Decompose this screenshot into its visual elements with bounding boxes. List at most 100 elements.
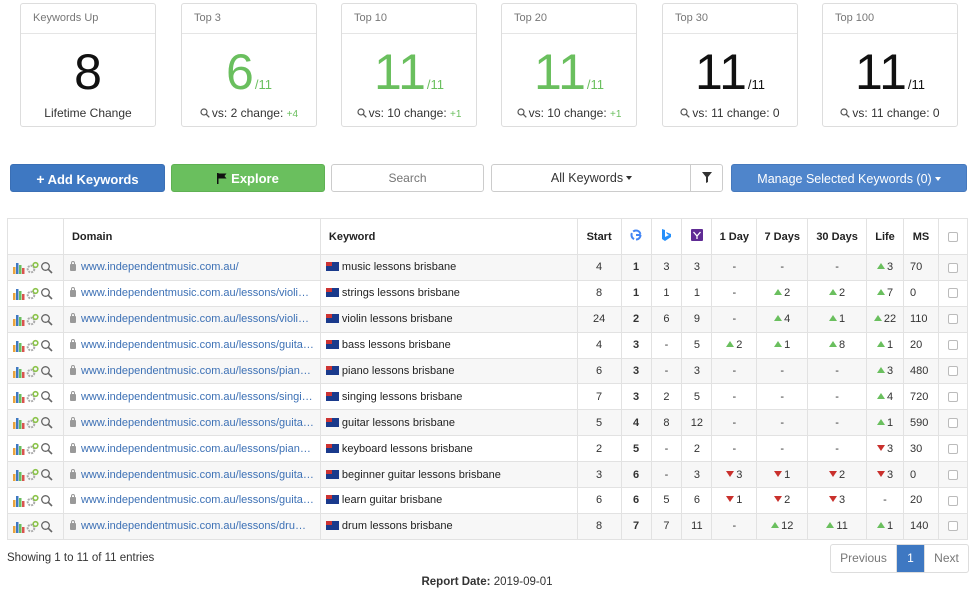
- gear-icon[interactable]: [26, 313, 39, 326]
- previous-page-button[interactable]: Previous: [831, 545, 897, 572]
- gear-icon[interactable]: [26, 287, 39, 300]
- 1-day-column-header[interactable]: 1 Day: [711, 218, 758, 255]
- chart-icon[interactable]: [12, 416, 25, 430]
- search-icon[interactable]: [40, 313, 53, 326]
- search-icon[interactable]: [40, 339, 53, 352]
- domain-link[interactable]: www.independentmusic.com.au/lessons/guit…: [81, 417, 314, 429]
- search-icon[interactable]: [40, 494, 53, 507]
- domain-cell[interactable]: www.independentmusic.com.au/lessons/guit…: [62, 409, 321, 437]
- manage-selected-keywords-button[interactable]: Manage Selected Keywords (0): [731, 164, 967, 192]
- chart-icon[interactable]: [12, 261, 25, 274]
- gear-icon[interactable]: [26, 442, 39, 455]
- table-row[interactable]: www.independentmusic.com.au/lessons/guit…: [7, 331, 969, 359]
- add-keywords-button[interactable]: + Add Keywords: [10, 164, 165, 192]
- gear-icon[interactable]: [26, 520, 39, 533]
- row-tools: [7, 305, 64, 333]
- next-page-button[interactable]: Next: [924, 545, 968, 572]
- table-row[interactable]: www.independentmusic.com.au/lessons/viol…: [7, 305, 969, 333]
- row-checkbox[interactable]: [947, 469, 958, 480]
- domain-link[interactable]: www.independentmusic.com.au/lessons/guit…: [81, 339, 314, 351]
- domain-link[interactable]: www.independentmusic.com.au/lessons/viol…: [81, 287, 309, 299]
- chart-icon[interactable]: [12, 339, 25, 352]
- domain-cell[interactable]: www.independentmusic.com.au/lessons/pian…: [62, 357, 321, 385]
- chart-icon[interactable]: [12, 494, 25, 507]
- domain-link[interactable]: www.independentmusic.com.au/lessons/pian…: [81, 443, 311, 455]
- gear-icon[interactable]: [26, 494, 39, 507]
- keyword-filter-select[interactable]: All Keywords: [491, 164, 723, 192]
- domain-cell[interactable]: www.independentmusic.com.au/lessons/sing…: [62, 383, 321, 411]
- ms-column-header[interactable]: MS: [902, 218, 939, 255]
- search-icon[interactable]: [40, 520, 53, 533]
- table-row[interactable]: www.independentmusic.com.au/music lesson…: [7, 254, 969, 281]
- chart-icon[interactable]: [12, 287, 25, 300]
- table-row[interactable]: www.independentmusic.com.au/lessons/dru……: [7, 512, 969, 540]
- domain-link[interactable]: www.independentmusic.com.au/lessons/dru…: [81, 520, 306, 532]
- row-checkbox[interactable]: [947, 495, 958, 506]
- domain-link[interactable]: www.independentmusic.com.au/lessons/pian…: [81, 365, 311, 377]
- google-column-header[interactable]: [620, 218, 652, 255]
- domain-cell[interactable]: www.independentmusic.com.au/lessons/viol…: [62, 305, 321, 333]
- keyword-column-header[interactable]: Keyword: [319, 218, 578, 255]
- gear-icon[interactable]: [26, 390, 39, 403]
- select-all-checkbox-header[interactable]: [937, 218, 969, 255]
- row-checkbox[interactable]: [947, 417, 958, 428]
- page-1-button[interactable]: 1: [897, 545, 924, 572]
- bing-column-header[interactable]: [650, 218, 683, 255]
- chart-icon[interactable]: [12, 365, 25, 378]
- row-checkbox[interactable]: [947, 391, 958, 402]
- search-icon[interactable]: [40, 261, 53, 274]
- table-row[interactable]: www.independentmusic.com.au/lessons/pian…: [7, 357, 969, 385]
- search-icon[interactable]: [40, 390, 53, 403]
- life-column-header[interactable]: Life: [866, 218, 904, 255]
- filter-button[interactable]: [690, 165, 722, 191]
- row-checkbox[interactable]: [947, 262, 958, 273]
- start-column-header[interactable]: Start: [576, 218, 622, 255]
- gear-icon[interactable]: [26, 339, 39, 352]
- table-row[interactable]: www.independentmusic.com.au/lessons/viol…: [7, 279, 969, 307]
- search-icon[interactable]: [40, 365, 53, 378]
- yahoo-column-header[interactable]: [681, 218, 713, 255]
- row-checkbox[interactable]: [947, 521, 958, 532]
- domain-cell[interactable]: www.independentmusic.com.au/lessons/guit…: [62, 331, 321, 359]
- domain-link[interactable]: www.independentmusic.com.au/: [81, 261, 239, 273]
- domain-cell[interactable]: www.independentmusic.com.au/lessons/guit…: [62, 487, 321, 514]
- gear-icon[interactable]: [26, 365, 39, 378]
- chart-icon[interactable]: [12, 313, 25, 326]
- select-all-checkbox[interactable]: [947, 231, 958, 242]
- domain-link[interactable]: www.independentmusic.com.au/lessons/sing…: [81, 391, 313, 403]
- explore-button[interactable]: Explore: [171, 164, 325, 192]
- chart-icon[interactable]: [12, 468, 25, 482]
- row-checkbox[interactable]: [947, 288, 958, 299]
- 7-days-column-header[interactable]: 7 Days: [756, 218, 809, 255]
- gear-icon[interactable]: [26, 416, 39, 429]
- domain-column-header[interactable]: Domain: [62, 218, 321, 255]
- domain-cell[interactable]: www.independentmusic.com.au/lessons/viol…: [62, 279, 321, 307]
- row-checkbox[interactable]: [947, 314, 958, 325]
- domain-cell[interactable]: www.independentmusic.com.au/lessons/pian…: [62, 435, 321, 463]
- chart-icon[interactable]: [12, 520, 25, 533]
- table-row[interactable]: www.independentmusic.com.au/lessons/sing…: [7, 383, 969, 411]
- table-row[interactable]: www.independentmusic.com.au/lessons/pian…: [7, 435, 969, 463]
- 30-days-column-header[interactable]: 30 Days: [807, 218, 868, 255]
- search-icon[interactable]: [40, 416, 53, 429]
- domain-cell[interactable]: www.independentmusic.com.au/: [62, 254, 321, 281]
- domain-link[interactable]: www.independentmusic.com.au/lessons/guit…: [81, 494, 314, 506]
- table-row[interactable]: www.independentmusic.com.au/lessons/guit…: [7, 487, 969, 514]
- domain-link[interactable]: www.independentmusic.com.au/lessons/guit…: [81, 469, 314, 481]
- search-icon[interactable]: [40, 468, 53, 481]
- domain-cell[interactable]: www.independentmusic.com.au/lessons/dru…: [62, 512, 321, 540]
- row-checkbox[interactable]: [947, 340, 958, 351]
- row-checkbox[interactable]: [947, 366, 958, 377]
- chart-icon[interactable]: [12, 442, 25, 456]
- domain-link[interactable]: www.independentmusic.com.au/lessons/viol…: [81, 313, 309, 325]
- domain-cell[interactable]: www.independentmusic.com.au/lessons/guit…: [62, 461, 321, 489]
- row-checkbox[interactable]: [947, 443, 958, 454]
- gear-icon[interactable]: [26, 261, 39, 274]
- table-row[interactable]: www.independentmusic.com.au/lessons/guit…: [7, 461, 969, 489]
- table-row[interactable]: www.independentmusic.com.au/lessons/guit…: [7, 409, 969, 437]
- search-input[interactable]: [331, 164, 484, 192]
- search-icon[interactable]: [40, 442, 53, 455]
- chart-icon[interactable]: [12, 390, 25, 404]
- search-icon[interactable]: [40, 287, 53, 300]
- gear-icon[interactable]: [26, 468, 39, 481]
